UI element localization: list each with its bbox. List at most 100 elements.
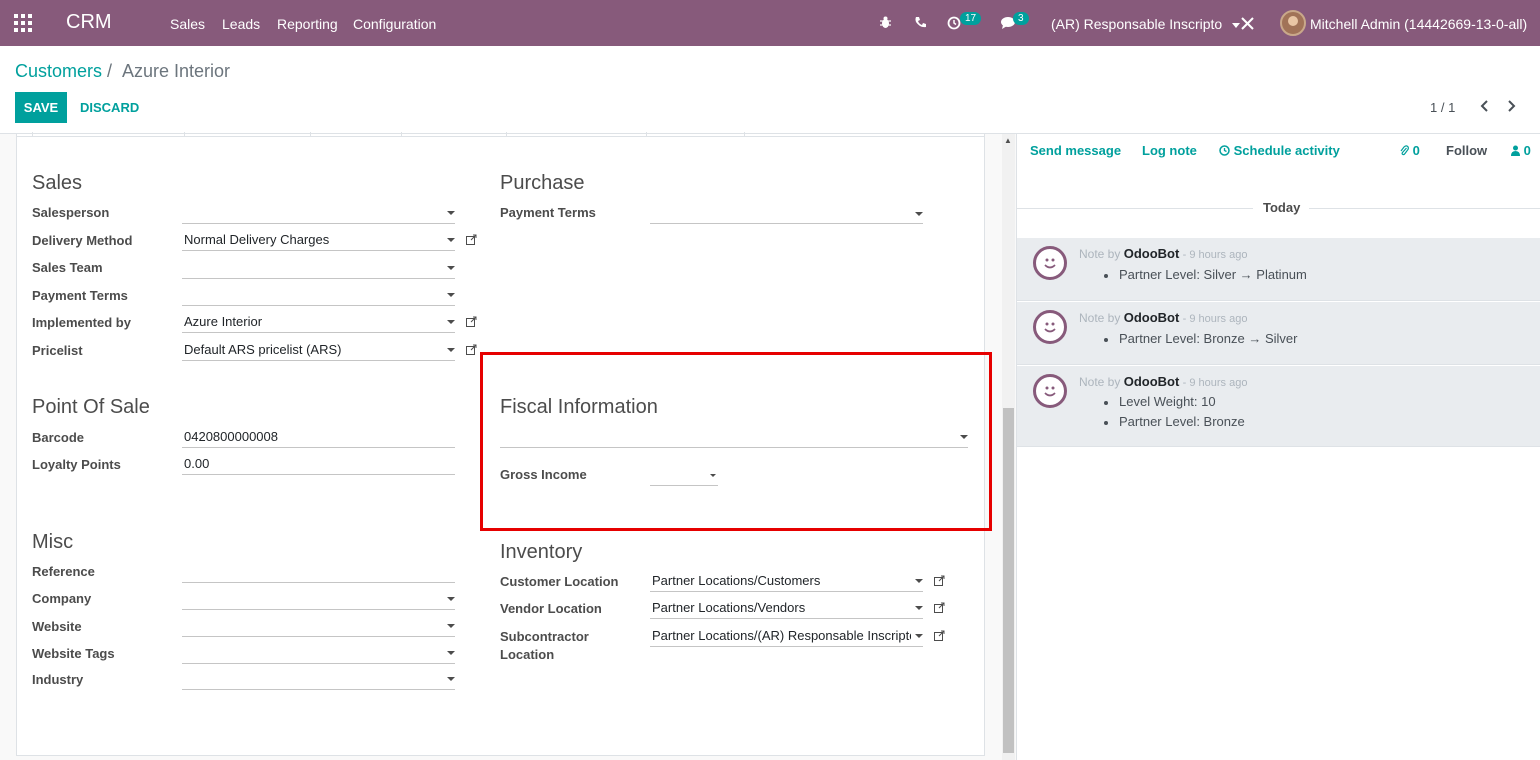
user-menu[interactable]: Mitchell Admin (14442669-13-0-all) (1310, 16, 1527, 32)
chatter-message: Note by OdooBot - 9 hours ago Partner Le… (1017, 302, 1540, 365)
website-tags-field[interactable] (182, 645, 455, 664)
menu-leads[interactable]: Leads (222, 16, 260, 32)
chevron-down-icon[interactable] (447, 348, 455, 352)
breadcrumb-customers[interactable]: Customers (15, 61, 102, 82)
odoobot-avatar[interactable] (1033, 246, 1067, 280)
gross-income-label: Gross Income (500, 467, 587, 482)
chevron-down-icon[interactable] (447, 211, 455, 215)
bug-icon[interactable] (879, 16, 892, 29)
industry-field[interactable] (182, 671, 455, 690)
chevron-down-icon[interactable] (710, 474, 716, 477)
sales-team-label: Sales Team (32, 260, 103, 275)
delivery-method-field[interactable]: Normal Delivery Charges (182, 232, 455, 251)
chevron-down-icon[interactable] (447, 651, 455, 655)
external-link-icon[interactable] (934, 630, 945, 641)
subcontractor-location-label: Subcontractor Location (500, 629, 589, 662)
external-link-icon[interactable] (934, 602, 945, 613)
app-brand[interactable]: CRM (66, 11, 112, 34)
tools-icon[interactable] (1241, 17, 1254, 30)
company-switcher[interactable]: (AR) Responsable Inscripto (1051, 16, 1241, 32)
external-link-icon[interactable] (466, 316, 477, 327)
chevron-down-icon[interactable] (447, 677, 455, 681)
odoobot-avatar[interactable] (1033, 374, 1067, 408)
log-note-button[interactable]: Log note (1142, 143, 1197, 158)
message-author[interactable]: OdooBot (1124, 310, 1180, 325)
website-label: Website (32, 619, 82, 634)
discard-button[interactable]: DISCARD (80, 100, 139, 115)
salesperson-field[interactable] (182, 205, 455, 224)
chevron-down-icon[interactable] (447, 624, 455, 628)
implemented-by-label: Implemented by (32, 315, 131, 330)
reference-field[interactable] (182, 564, 455, 583)
pos-section-title: Point Of Sale (32, 396, 150, 418)
date-separator (1309, 208, 1540, 209)
chatter-message: Note by OdooBot - 9 hours ago Level Weig… (1017, 366, 1540, 447)
chevron-down-icon[interactable] (915, 606, 923, 610)
inventory-section-title: Inventory (500, 541, 583, 563)
loyalty-points-label: Loyalty Points (32, 457, 121, 472)
chevron-down-icon[interactable] (915, 634, 923, 638)
followers-button[interactable]: 0 (1511, 143, 1531, 158)
barcode-field[interactable]: 0420800000008 (182, 429, 455, 448)
scroll-up-arrow-icon[interactable]: ▲ (1004, 136, 1012, 145)
follow-button[interactable]: Follow (1446, 143, 1487, 158)
subcontractor-location-field[interactable]: Partner Locations/(AR) Responsable Inscr… (650, 628, 911, 647)
pricelist-field[interactable]: Default ARS pricelist (ARS) (182, 342, 455, 361)
pager-value[interactable]: 1 / 1 (1430, 100, 1455, 115)
user-avatar[interactable] (1280, 10, 1306, 36)
external-link-icon[interactable] (466, 344, 477, 355)
message-author[interactable]: OdooBot (1124, 246, 1180, 261)
pricelist-label: Pricelist (32, 343, 83, 358)
schedule-activity-button[interactable]: Schedule activity (1219, 143, 1340, 158)
fiscal-position-field[interactable] (500, 429, 968, 448)
vendor-location-label: Vendor Location (500, 601, 602, 616)
pager-next-icon[interactable] (1507, 100, 1517, 112)
purchase-payment-terms-field[interactable] (650, 205, 923, 224)
apps-menu-icon[interactable] (14, 14, 32, 32)
barcode-label: Barcode (32, 430, 85, 445)
pager-prev-icon[interactable] (1479, 100, 1489, 112)
save-button[interactable]: SAVE (15, 92, 67, 123)
subcontractor-field-underline (650, 646, 923, 647)
menu-reporting[interactable]: Reporting (277, 16, 338, 32)
odoobot-avatar[interactable] (1033, 310, 1067, 344)
delivery-method-label: Delivery Method (32, 233, 133, 248)
message-line: Partner Level: Silver → Platinum (1104, 267, 1307, 282)
chevron-down-icon[interactable] (447, 266, 455, 270)
chatter-panel: Send message Log note Schedule activity … (1016, 134, 1540, 760)
scrollbar-thumb[interactable] (1003, 408, 1014, 753)
attachments-button[interactable]: 0 (1400, 143, 1420, 158)
chevron-down-icon[interactable] (960, 435, 968, 439)
breadcrumb-current: Azure Interior (122, 61, 231, 81)
smile-icon (1044, 322, 1056, 333)
chevron-down-icon (1232, 22, 1241, 28)
chevron-down-icon[interactable] (915, 579, 923, 583)
menu-configuration[interactable]: Configuration (353, 16, 436, 32)
messages-badge: 3 (1013, 12, 1029, 25)
chevron-down-icon[interactable] (447, 597, 455, 601)
chevron-down-icon[interactable] (447, 238, 455, 242)
payment-terms-field[interactable] (182, 287, 455, 306)
message-author[interactable]: OdooBot (1124, 374, 1180, 389)
control-panel: Customers / Azure Interior SAVE DISCARD … (0, 46, 1540, 134)
fiscal-section-title: Fiscal Information (500, 396, 658, 418)
chevron-down-icon[interactable] (447, 293, 455, 297)
customer-location-field[interactable]: Partner Locations/Customers (650, 573, 923, 592)
chevron-down-icon[interactable] (915, 212, 923, 216)
company-field[interactable] (182, 591, 455, 610)
loyalty-points-field[interactable]: 0.00 (182, 456, 455, 475)
activity-clock-icon[interactable] (947, 16, 961, 30)
gross-income-field[interactable] (650, 467, 718, 486)
send-message-button[interactable]: Send message (1030, 143, 1121, 158)
message-time: - 9 hours ago (1182, 313, 1248, 325)
vendor-location-field[interactable]: Partner Locations/Vendors (650, 600, 923, 619)
sales-team-field[interactable] (182, 260, 455, 279)
chevron-down-icon[interactable] (447, 320, 455, 324)
website-field[interactable] (182, 618, 455, 637)
menu-sales[interactable]: Sales (170, 16, 205, 32)
phone-icon[interactable] (914, 16, 927, 29)
external-link-icon[interactable] (466, 234, 477, 245)
attachments-count: 0 (1412, 143, 1420, 158)
implemented-by-field[interactable]: Azure Interior (182, 314, 455, 333)
external-link-icon[interactable] (934, 575, 945, 586)
